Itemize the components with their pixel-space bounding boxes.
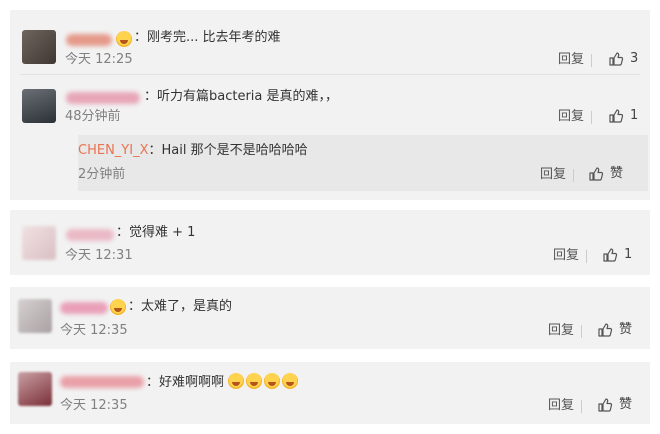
sub-reply-username[interactable]: CHEN_YI_X <box>78 143 148 158</box>
thumbs-up-icon <box>609 109 624 123</box>
reply-button[interactable]: 回复 <box>558 52 584 68</box>
like-count: 1 <box>624 247 633 262</box>
like-count: 1 <box>630 108 639 123</box>
divider <box>581 400 582 413</box>
comment-text: ：听力有篇bacteria 是真的难，， <box>144 89 339 104</box>
like-label: 赞 <box>610 166 624 181</box>
reply-button[interactable]: 回复 <box>553 248 579 264</box>
reply-button[interactable]: 回复 <box>558 109 584 125</box>
like-button[interactable]: 赞 <box>588 166 623 182</box>
comment-text: ：好难啊啊啊 <box>146 373 300 391</box>
reply-button[interactable]: 回复 <box>540 167 566 183</box>
comment-thread-2: ：觉得难 + 1 今天 12:31 回复 1 <box>10 210 650 275</box>
like-count: 3 <box>630 51 639 66</box>
avatar[interactable] <box>18 372 52 406</box>
comment-text: ：觉得难 + 1 <box>116 225 196 240</box>
comment-item: ：刚考完... 比去年考的难 今天 12:25 回复 3 <box>10 10 650 74</box>
username-blurred[interactable] <box>66 229 114 241</box>
sub-reply-content: ：Hail 那个是不是哈哈哈哈 <box>148 143 308 158</box>
comment-time: 今天 12:31 <box>65 248 133 263</box>
divider <box>586 250 587 263</box>
comment-time: 今天 12:35 <box>60 398 128 413</box>
sub-reply-time: 2分钟前 <box>78 167 126 182</box>
thumbs-up-icon <box>598 323 613 337</box>
sub-reply-text: CHEN_YI_X：Hail 那个是不是哈哈哈哈 <box>78 143 308 159</box>
avatar[interactable] <box>22 89 56 123</box>
avatar[interactable] <box>22 30 56 64</box>
like-button[interactable]: 赞 <box>597 397 632 413</box>
username-blurred[interactable] <box>66 34 112 46</box>
comment-time: 48分钟前 <box>65 109 121 124</box>
laughing-crying-emoji-icon <box>246 373 263 389</box>
divider <box>591 54 592 67</box>
divider <box>581 325 582 338</box>
comment-item: ：太难了，是真的 今天 12:35 回复 赞 <box>10 287 650 349</box>
comment-text: ：刚考完... 比去年考的难 <box>134 30 281 45</box>
reply-button[interactable]: 回复 <box>548 398 574 414</box>
username-blurred[interactable] <box>66 92 140 104</box>
thumbs-up-icon <box>598 398 613 412</box>
like-button[interactable]: 赞 <box>597 322 632 338</box>
comment-item: ：听力有篇bacteria 是真的难，， 48分钟前 回复 1 CHEN_YI_… <box>10 75 650 200</box>
comment-time: 今天 12:35 <box>60 323 128 338</box>
like-button[interactable]: 1 <box>602 247 632 263</box>
comment-item: ：觉得难 + 1 今天 12:31 回复 1 <box>10 210 650 275</box>
like-button[interactable]: 1 <box>608 108 638 124</box>
laughing-crying-emoji-icon <box>264 373 281 389</box>
comment-thread-3: ：太难了，是真的 今天 12:35 回复 赞 <box>10 287 650 349</box>
avatar[interactable] <box>22 226 56 260</box>
comment-time: 今天 12:25 <box>65 52 133 67</box>
thumbs-up-icon <box>609 52 624 66</box>
sub-reply: CHEN_YI_X：Hail 那个是不是哈哈哈哈 2分钟前 回复 赞 <box>78 135 648 191</box>
comment-text: ：太难了，是真的 <box>128 299 233 314</box>
laughing-crying-emoji-icon <box>110 299 126 315</box>
like-button[interactable]: 3 <box>608 51 638 67</box>
comment-thread-4: ：好难啊啊啊 今天 12:35 回复 赞 <box>10 362 650 424</box>
reply-button[interactable]: 回复 <box>548 323 574 339</box>
comment-item: ：好难啊啊啊 今天 12:35 回复 赞 <box>10 362 650 424</box>
avatar[interactable] <box>18 299 52 333</box>
laughing-crying-emoji-icon <box>228 373 245 389</box>
comment-thread-1: ：刚考完... 比去年考的难 今天 12:25 回复 3 ：听力有篇bacter… <box>10 10 650 200</box>
comment-text-content: ：好难啊啊啊 <box>146 375 225 390</box>
username-blurred[interactable] <box>60 376 144 388</box>
like-label: 赞 <box>619 322 633 337</box>
thumbs-up-icon <box>589 167 604 181</box>
divider <box>573 169 574 182</box>
like-label: 赞 <box>619 397 633 412</box>
laughing-crying-emoji-icon <box>116 31 132 47</box>
thumbs-up-icon <box>603 248 618 262</box>
laughing-crying-emoji-icon <box>282 373 299 389</box>
divider <box>591 111 592 124</box>
username-blurred[interactable] <box>60 302 108 314</box>
